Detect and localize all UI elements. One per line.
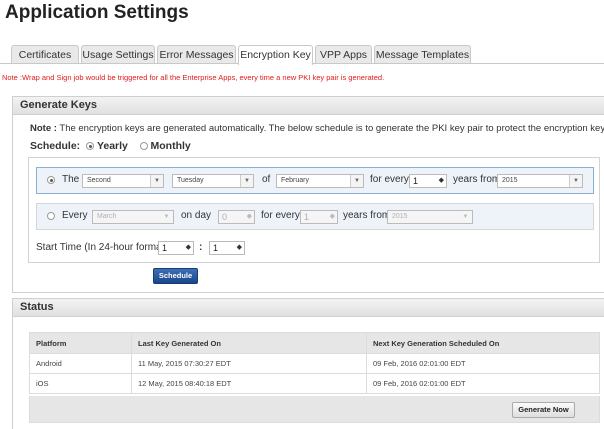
option-the-row: The Second ▼ Tuesday ▼ of February ▼ for…: [36, 167, 594, 194]
day-spinner[interactable]: 0 ◆: [218, 210, 255, 224]
week-select[interactable]: Second ▼: [82, 174, 164, 188]
encryption-note: Note : The encryption keys are generated…: [30, 123, 604, 134]
hour-spinner[interactable]: 1 ◆: [158, 241, 194, 255]
month-select-value: February: [281, 177, 310, 184]
up-down-spinner-icon: ◆: [438, 177, 444, 184]
time-colon: :: [199, 242, 203, 253]
page-title: Application Settings: [5, 2, 189, 23]
tab-encryption-key[interactable]: Encryption Key: [238, 45, 313, 65]
on-day-label: on day: [181, 210, 212, 221]
year-select[interactable]: 2015 ▼: [497, 174, 583, 188]
hour-value: 1: [162, 243, 168, 253]
status-footer: Generate Now: [29, 396, 600, 423]
tab-error-messages[interactable]: Error Messages: [157, 45, 236, 64]
option-every-label: Every: [62, 210, 88, 221]
day-spinner-value: 0: [222, 212, 228, 222]
up-down-spinner-icon: ◆: [185, 244, 191, 251]
weekday-select[interactable]: Tuesday ▼: [172, 174, 254, 188]
every-for-every-label: for every: [261, 210, 300, 221]
table-row: Android 11 May, 2015 07:30:27 EDT 09 Feb…: [29, 353, 600, 374]
minute-value: 1: [213, 243, 219, 253]
schedule-label: Schedule:: [30, 140, 81, 153]
of-label: of: [262, 174, 271, 185]
every-years-spinner[interactable]: 1 ◆: [300, 210, 338, 224]
chevron-down-icon: ▼: [569, 175, 582, 187]
monthly-radio[interactable]: [139, 142, 148, 151]
yearly-radio[interactable]: [86, 142, 95, 151]
status-table: Platform Last Key Generated On Next Key …: [29, 332, 600, 394]
last-generated-cell: 12 May, 2015 08:40:18 EDT: [131, 373, 367, 394]
yearly-label[interactable]: Yearly: [97, 140, 128, 152]
up-down-spinner-icon: ◆: [236, 244, 242, 251]
tab-vpp-apps[interactable]: VPP Apps: [315, 45, 372, 64]
every-years-value: 1: [304, 212, 310, 222]
table-row: iOS 12 May, 2015 08:40:18 EDT 09 Feb, 20…: [29, 373, 600, 394]
chevron-down-icon: ▼: [462, 214, 469, 220]
encryption-note-label: Note :: [30, 123, 57, 134]
monthly-label[interactable]: Monthly: [151, 140, 191, 152]
option-every-row: Every March ▼ on day 0 ◆ for every 1 ◆ y…: [36, 203, 594, 230]
tab-message-templates[interactable]: Message Templates: [374, 45, 471, 64]
generate-keys-header: Generate Keys: [12, 96, 604, 115]
platform-cell: Android: [29, 353, 132, 374]
platform-cell: iOS: [29, 373, 132, 394]
week-select-value: Second: [87, 177, 111, 184]
every-years-from-label: years from: [343, 210, 391, 221]
up-down-spinner-icon: ◆: [246, 213, 252, 220]
column-header-platform: Platform: [29, 332, 132, 354]
years-interval-spinner[interactable]: 1 ◆: [409, 174, 447, 188]
next-scheduled-cell: 09 Feb, 2016 02:01:00 EDT: [366, 373, 600, 394]
schedule-selector: Schedule: Yearly Monthly: [30, 140, 191, 152]
year-select-value: 2015: [502, 177, 518, 184]
tab-certificates[interactable]: Certificates: [11, 45, 79, 64]
last-generated-cell: 11 May, 2015 07:30:27 EDT: [131, 353, 367, 374]
next-scheduled-cell: 09 Feb, 2016 02:01:00 EDT: [366, 353, 600, 374]
for-every-label: for every: [370, 174, 409, 185]
years-interval-value: 1: [413, 176, 419, 186]
table-header-row: Platform Last Key Generated On Next Key …: [29, 332, 600, 354]
status-header: Status: [12, 298, 604, 317]
generate-now-button[interactable]: Generate Now: [512, 402, 575, 418]
chevron-down-icon: ▼: [163, 214, 170, 220]
option-the-label: The: [62, 174, 80, 185]
years-from-label: years from: [453, 174, 501, 185]
every-year-select[interactable]: 2015 ▼: [387, 210, 473, 224]
column-header-next-scheduled: Next Key Generation Scheduled On: [366, 332, 600, 354]
every-month-select[interactable]: March ▼: [92, 210, 174, 224]
minute-spinner[interactable]: 1 ◆: [209, 241, 245, 255]
every-year-value: 2015: [392, 213, 408, 220]
tab-usage-settings[interactable]: Usage Settings: [81, 45, 155, 64]
month-select[interactable]: February ▼: [276, 174, 364, 188]
option-the-radio[interactable]: [47, 176, 55, 184]
option-every-radio[interactable]: [47, 212, 55, 220]
up-down-spinner-icon: ◆: [329, 213, 335, 220]
chevron-down-icon: ▼: [350, 175, 363, 187]
weekday-select-value: Tuesday: [177, 177, 204, 184]
schedule-button[interactable]: Schedule: [153, 268, 198, 284]
chevron-down-icon: ▼: [240, 175, 253, 187]
every-month-value: March: [97, 213, 117, 220]
schedule-options-box: The Second ▼ Tuesday ▼ of February ▼ for…: [28, 157, 600, 263]
start-time-label: Start Time (In 24-hour format):: [36, 242, 171, 253]
encryption-note-text: The encryption keys are generated automa…: [56, 123, 604, 134]
wrap-sign-note: Note :Wrap and Sign job would be trigger…: [2, 73, 385, 82]
chevron-down-icon: ▼: [150, 175, 163, 187]
column-header-last-generated: Last Key Generated On: [131, 332, 367, 354]
